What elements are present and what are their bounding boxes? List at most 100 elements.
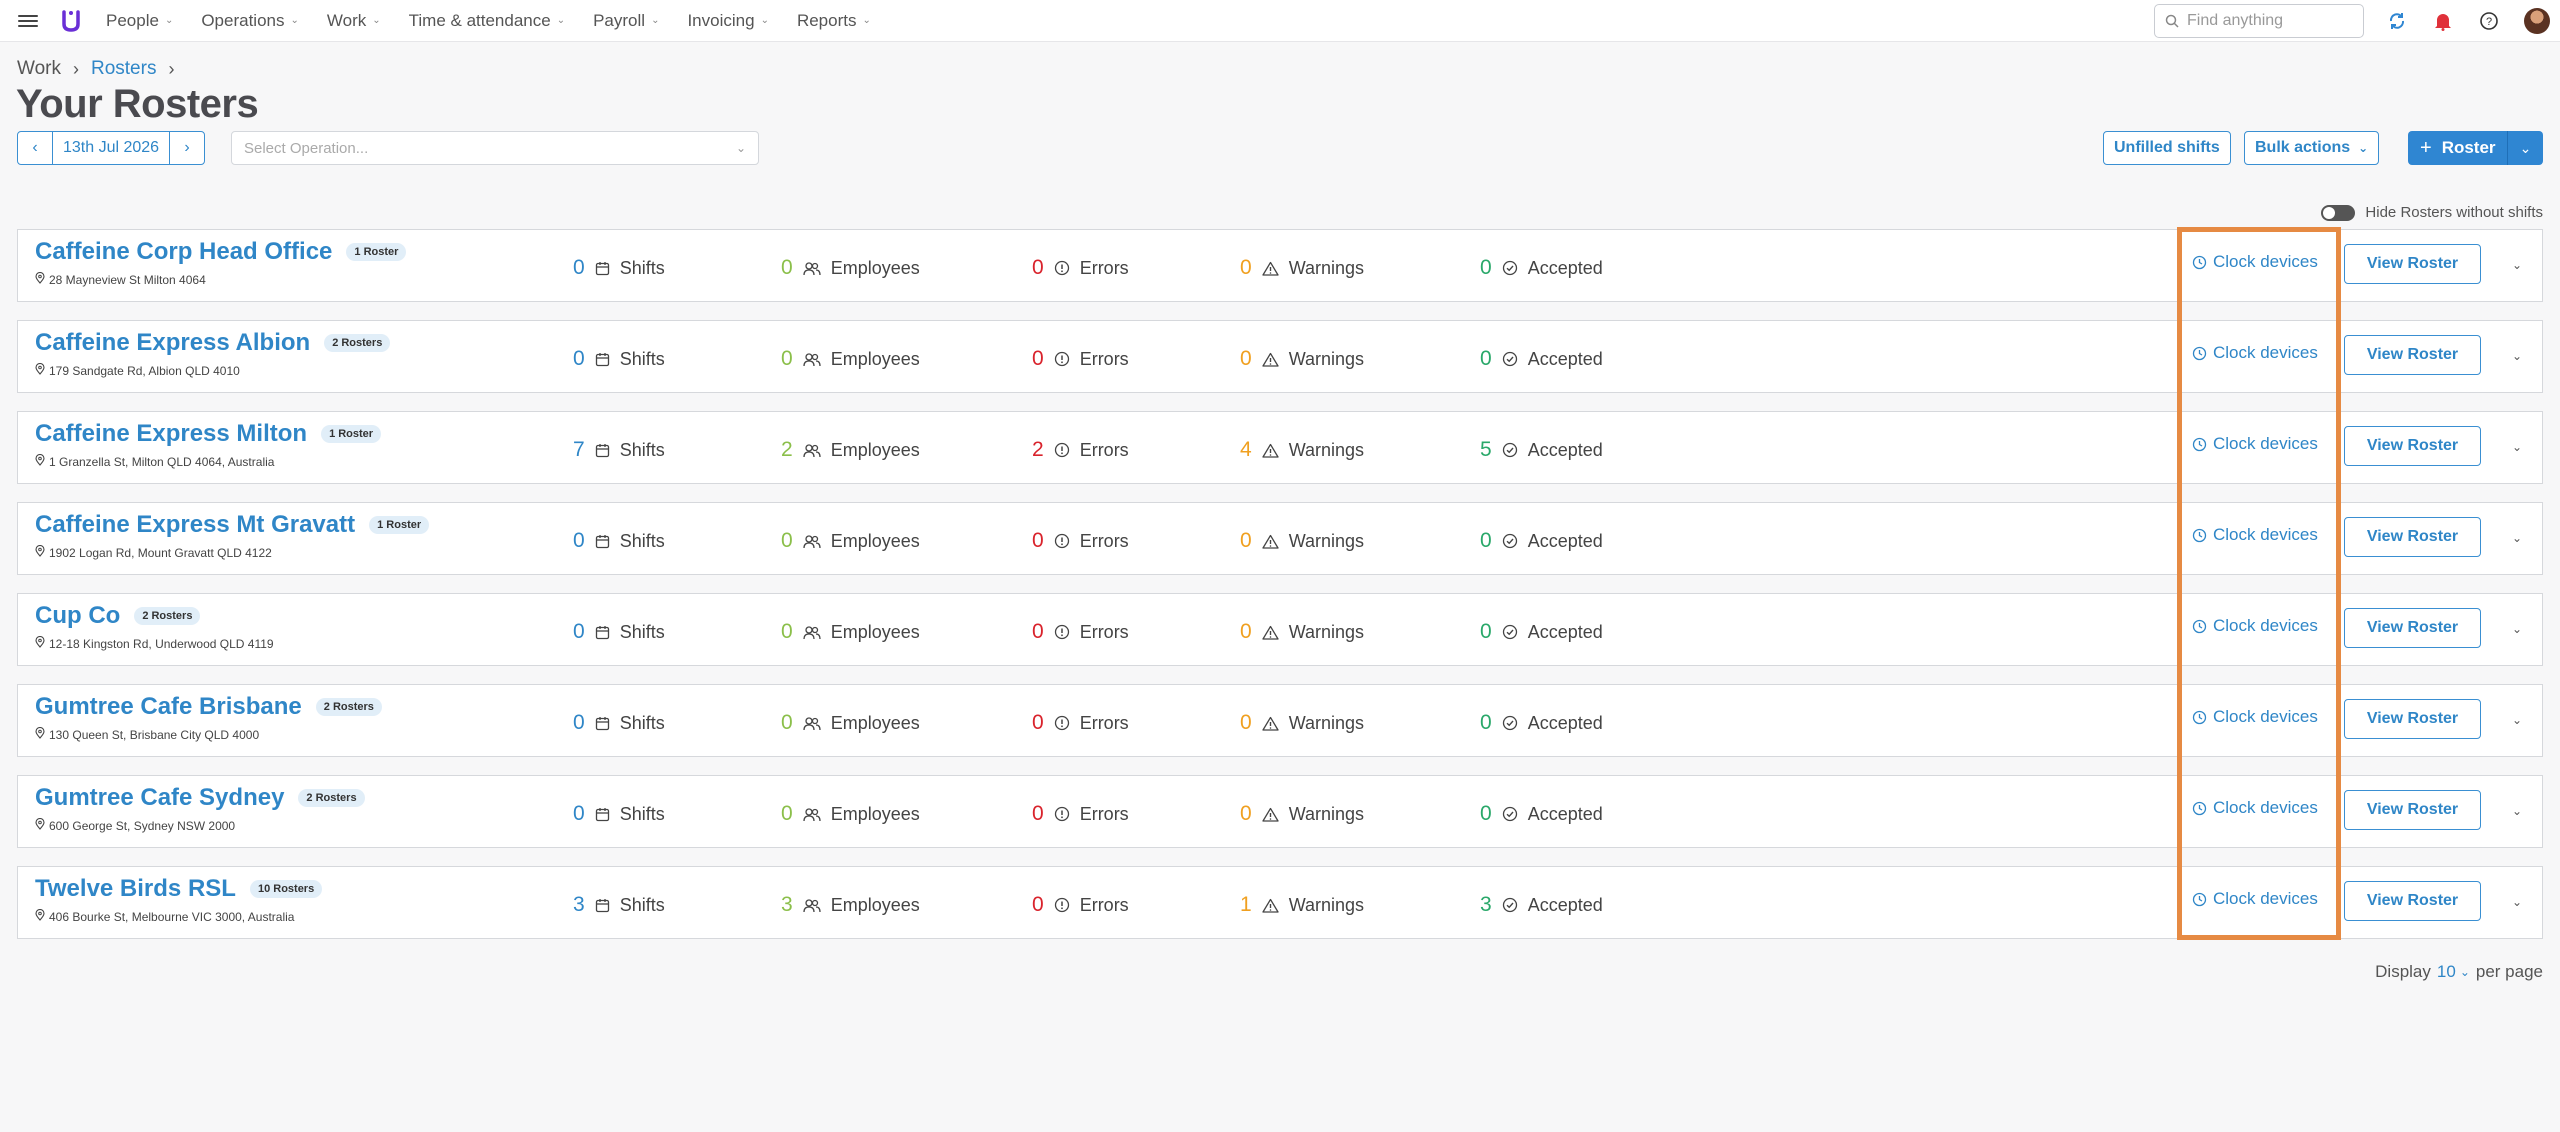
nav-payroll[interactable]: Payroll ⌄ (593, 11, 659, 31)
stat-errors: 2 Errors (1032, 438, 1129, 462)
nav-invoicing[interactable]: Invoicing ⌄ (687, 11, 769, 31)
roster-name-row: Caffeine Express Milton 1 Roster (35, 420, 382, 448)
clock-devices-link[interactable]: Clock devices (2192, 434, 2318, 454)
previous-date-button[interactable]: ‹ (17, 131, 53, 165)
avatar[interactable] (2524, 8, 2550, 34)
expand-row-chevron-icon[interactable]: ⌄ (2512, 622, 2522, 636)
calendar-icon (595, 443, 610, 458)
view-roster-button[interactable]: View Roster (2344, 335, 2481, 375)
expand-row-chevron-icon[interactable]: ⌄ (2512, 349, 2522, 363)
nav-reports[interactable]: Reports ⌄ (797, 11, 871, 31)
search-box[interactable] (2154, 4, 2364, 38)
expand-row-chevron-icon[interactable]: ⌄ (2512, 258, 2522, 272)
view-roster-button[interactable]: View Roster (2344, 790, 2481, 830)
next-date-button[interactable]: › (169, 131, 206, 165)
expand-row-chevron-icon[interactable]: ⌄ (2512, 804, 2522, 818)
roster-count-badge: 2 Rosters (324, 334, 391, 352)
operation-select[interactable]: Select Operation... ⌄ (231, 131, 759, 165)
stat-shifts-count: 0 (573, 529, 585, 552)
unfilled-shifts-button[interactable]: Unfilled shifts (2103, 131, 2231, 165)
stat-shifts: 0 Shifts (573, 529, 665, 553)
roster-count-badge: 2 Rosters (315, 698, 382, 716)
clock-devices-link[interactable]: Clock devices (2192, 525, 2318, 545)
stat-employees: 0 Employees (781, 802, 920, 826)
roster-name-link[interactable]: Caffeine Express Albion (35, 329, 310, 357)
users-icon (803, 534, 821, 549)
chevron-right-icon: › (72, 58, 79, 79)
stat-employees: 3 Employees (781, 893, 920, 917)
clock-devices-link[interactable]: Clock devices (2192, 343, 2318, 363)
stat-accepted: 0 Accepted (1480, 802, 1603, 826)
menu-icon[interactable] (18, 14, 38, 27)
clock-icon (2192, 801, 2207, 816)
app-logo-icon[interactable] (60, 9, 82, 33)
roster-name-link[interactable]: Gumtree Cafe Brisbane (35, 693, 302, 721)
hide-rosters-toggle[interactable] (2321, 204, 2356, 221)
clock-devices-label: Clock devices (2213, 707, 2318, 726)
breadcrumb-work[interactable]: Work (17, 58, 61, 80)
view-roster-button[interactable]: View Roster (2344, 608, 2481, 648)
stat-accepted-count: 5 (1480, 438, 1492, 461)
roster-row: Caffeine Express Milton 1 Roster 1 Granz… (17, 411, 2543, 484)
clock-devices-link[interactable]: Clock devices (2192, 798, 2318, 818)
stat-warnings-label: Warnings (1288, 803, 1365, 824)
clock-icon (2192, 346, 2207, 361)
clock-icon (2192, 528, 2207, 543)
stat-employees: 0 Employees (781, 256, 920, 280)
stat-accepted-label: Accepted (1527, 803, 1603, 824)
clock-devices-link[interactable]: Clock devices (2192, 707, 2318, 727)
clock-devices-link[interactable]: Clock devices (2192, 889, 2318, 909)
roster-name-link[interactable]: Gumtree Cafe Sydney (35, 784, 284, 812)
stat-errors-count: 0 (1032, 529, 1044, 552)
stat-shifts-label: Shifts (619, 803, 665, 824)
roster-address: 1 Granzella St, Milton QLD 4064, Austral… (35, 453, 274, 469)
help-icon[interactable]: ? (2478, 10, 2500, 32)
roster-name-link[interactable]: Caffeine Express Mt Gravatt (35, 511, 355, 539)
roster-options-dropdown[interactable]: ⌄ (2507, 131, 2543, 165)
per-page-select[interactable]: 10 ⌄ (2437, 962, 2470, 982)
stat-errors-label: Errors (1079, 712, 1129, 733)
breadcrumb: Work › Rosters › (17, 58, 174, 80)
bulk-actions-button[interactable]: Bulk actions ⌄ (2244, 131, 2380, 165)
stat-employees-count: 2 (781, 438, 793, 461)
view-roster-button[interactable]: View Roster (2344, 699, 2481, 739)
search-input[interactable] (2187, 12, 2347, 30)
bell-icon[interactable] (2432, 10, 2454, 32)
expand-row-chevron-icon[interactable]: ⌄ (2512, 440, 2522, 454)
refresh-icon[interactable] (2386, 10, 2408, 32)
date-display[interactable]: 13th Jul 2026 (53, 131, 170, 165)
view-roster-button[interactable]: View Roster (2344, 517, 2481, 557)
calendar-icon (595, 352, 610, 367)
view-roster-button[interactable]: View Roster (2344, 426, 2481, 466)
view-roster-label: View Roster (2366, 801, 2459, 818)
location-pin-icon (35, 453, 45, 469)
nav-people[interactable]: People ⌄ (106, 11, 173, 31)
roster-name-link[interactable]: Cup Co (35, 602, 120, 630)
stat-warnings-count: 0 (1240, 256, 1252, 279)
view-roster-button[interactable]: View Roster (2344, 881, 2481, 921)
stat-warnings-label: Warnings (1288, 257, 1365, 278)
check-circle-icon (1502, 351, 1518, 367)
roster-name-link[interactable]: Caffeine Express Milton (35, 420, 307, 448)
hide-rosters-toggle-row: Hide Rosters without shifts (2321, 204, 2543, 221)
roster-name-link[interactable]: Twelve Birds RSL (35, 875, 236, 903)
stat-errors-count: 2 (1032, 438, 1044, 461)
view-roster-button[interactable]: View Roster (2344, 244, 2481, 284)
expand-row-chevron-icon[interactable]: ⌄ (2512, 895, 2522, 909)
stat-shifts-count: 0 (573, 802, 585, 825)
roster-name-link[interactable]: Caffeine Corp Head Office (35, 238, 332, 266)
nav-operations[interactable]: Operations ⌄ (201, 11, 299, 31)
add-roster-button[interactable]: + Roster (2408, 131, 2508, 165)
stat-accepted: 0 Accepted (1480, 620, 1603, 644)
stat-employees: 0 Employees (781, 620, 920, 644)
clock-devices-link[interactable]: Clock devices (2192, 616, 2318, 636)
nav-work[interactable]: Work ⌄ (327, 11, 381, 31)
calendar-icon (595, 807, 610, 822)
nav-time-attendance[interactable]: Time & attendance ⌄ (409, 11, 565, 31)
top-nav-bar: People ⌄ Operations ⌄ Work ⌄ Time & attenda… (0, 0, 2560, 42)
breadcrumb-rosters[interactable]: Rosters (91, 58, 156, 80)
expand-row-chevron-icon[interactable]: ⌄ (2512, 713, 2522, 727)
expand-row-chevron-icon[interactable]: ⌄ (2512, 531, 2522, 545)
clock-devices-link[interactable]: Clock devices (2192, 252, 2318, 272)
clock-icon (2192, 892, 2207, 907)
